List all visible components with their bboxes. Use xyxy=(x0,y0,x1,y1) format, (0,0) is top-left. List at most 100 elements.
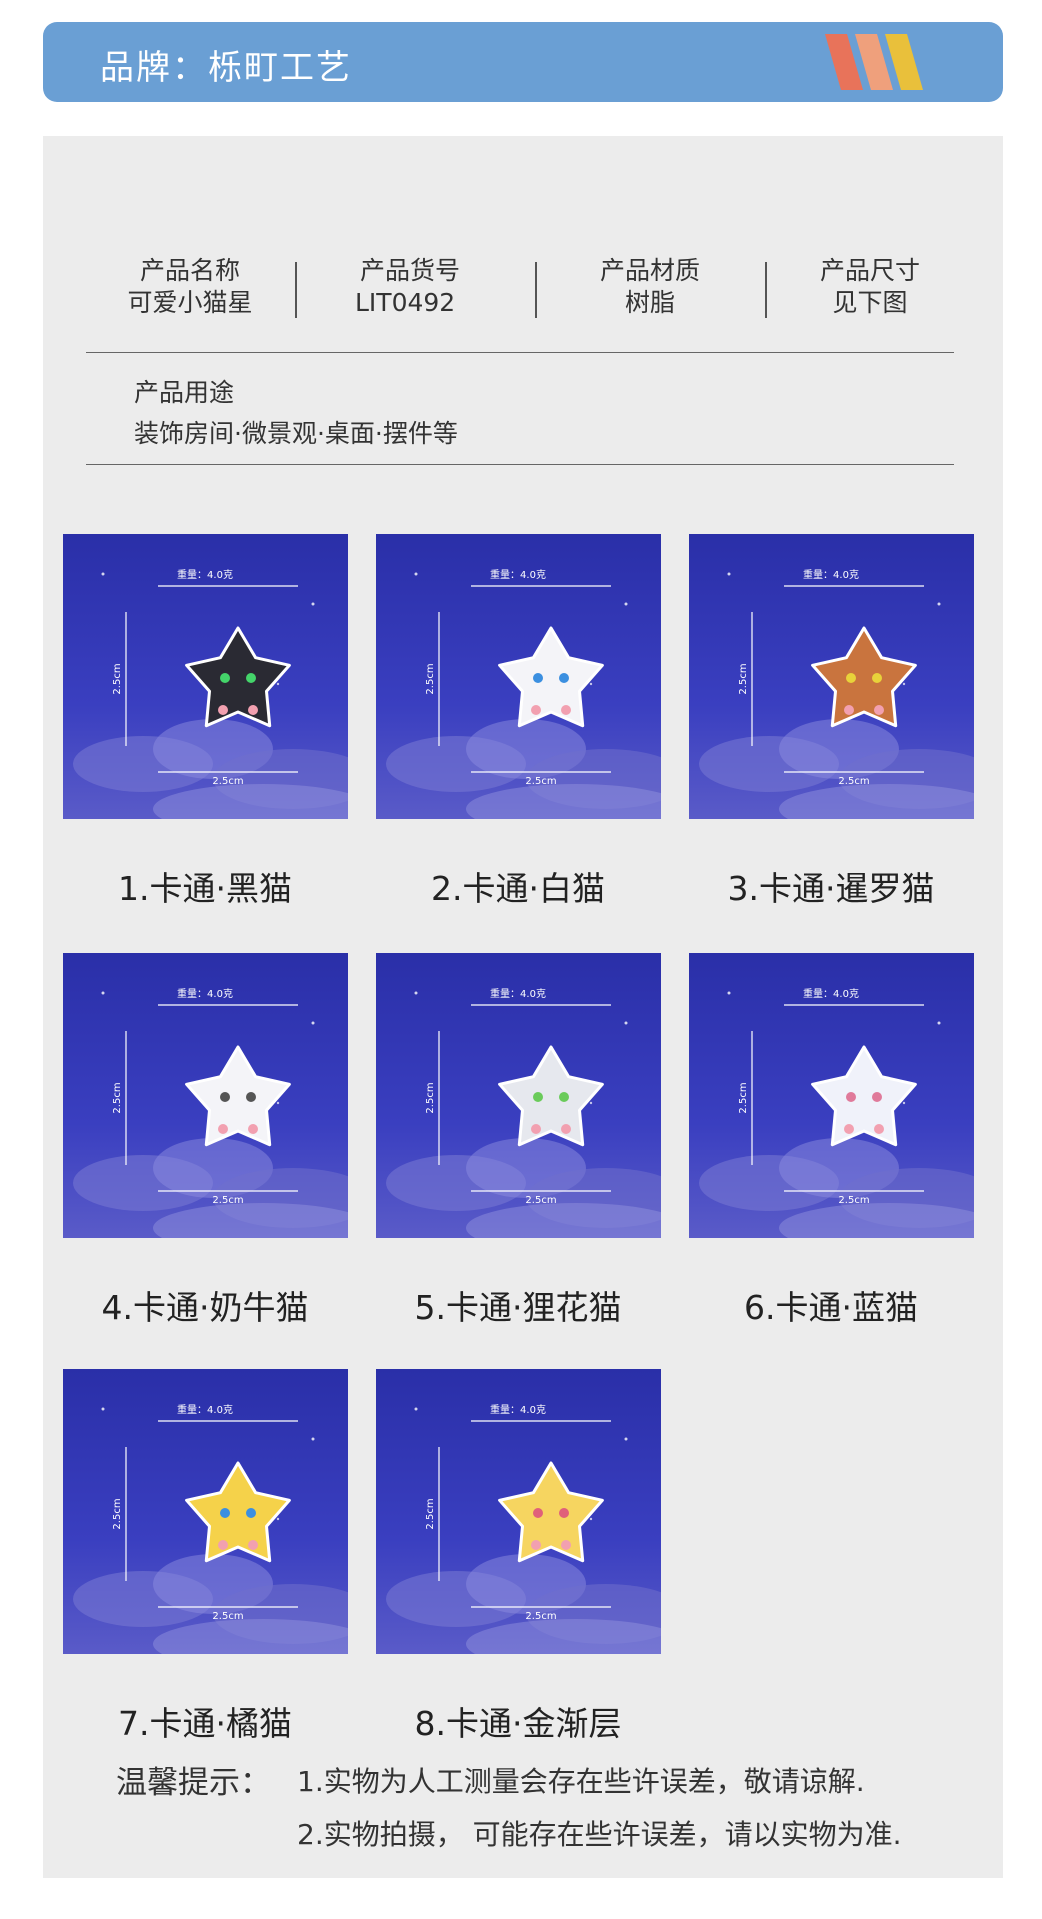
height-label: 2.5cm xyxy=(738,1082,749,1113)
cat-eye xyxy=(246,673,256,683)
cat-paw xyxy=(531,705,541,715)
product-card[interactable]: 重量：4.0克 2.5cm 2.5cm xyxy=(63,534,348,819)
cat-eye xyxy=(220,1092,230,1102)
usage-value: 装饰房间·微景观·桌面·摆件等 xyxy=(134,419,458,448)
width-label: 2.5cm xyxy=(212,1611,243,1622)
divider-line xyxy=(86,352,954,353)
width-label: 2.5cm xyxy=(212,776,243,787)
product-card[interactable]: 重量：4.0克 2.5cm 2.5cm xyxy=(376,1369,661,1654)
info-sku-label: 产品货号 xyxy=(359,256,460,285)
cat-paw xyxy=(248,705,258,715)
info-name-value: 可爱小猫星 xyxy=(127,288,253,317)
height-label: 2.5cm xyxy=(112,1498,123,1529)
width-label: 2.5cm xyxy=(838,1195,869,1206)
cat-paw xyxy=(531,1540,541,1550)
cat-paw xyxy=(531,1124,541,1134)
weight-label: 重量：4.0克 xyxy=(177,987,233,1000)
product-caption: 8.卡通·金渐层 xyxy=(414,1704,622,1743)
height-label: 2.5cm xyxy=(112,1082,123,1113)
product-image: 重量：4.0克 2.5cm 2.5cm xyxy=(376,953,661,1238)
width-label: 2.5cm xyxy=(525,776,556,787)
product-image: 重量：4.0克 2.5cm 2.5cm xyxy=(63,1369,348,1654)
info-material: 产品材质 树脂 xyxy=(570,255,730,319)
brand-title: 品牌：栎町工艺 xyxy=(100,48,352,88)
product-image: 重量：4.0克 2.5cm 2.5cm xyxy=(689,534,974,819)
weight-label: 重量：4.0克 xyxy=(803,987,859,1000)
product-card[interactable]: 重量：4.0克 2.5cm 2.5cm xyxy=(63,1369,348,1654)
info-size-value: 见下图 xyxy=(832,288,908,317)
cat-paw xyxy=(248,1124,258,1134)
brand-banner: 品牌：栎町工艺 xyxy=(43,22,1003,102)
width-label: 2.5cm xyxy=(838,776,869,787)
product-caption: 1.卡通·黑猫 xyxy=(118,869,292,908)
cat-paw xyxy=(561,1540,571,1550)
cat-paw xyxy=(218,1124,228,1134)
product-card[interactable]: 重量：4.0克 2.5cm 2.5cm xyxy=(689,953,974,1238)
width-label: 2.5cm xyxy=(525,1195,556,1206)
notes-label: 温馨提示： xyxy=(116,1765,271,1801)
height-label: 2.5cm xyxy=(112,663,123,694)
cat-paw xyxy=(561,1124,571,1134)
cat-eye xyxy=(220,673,230,683)
cat-paw xyxy=(561,705,571,715)
cat-paw xyxy=(874,1124,884,1134)
cat-eye xyxy=(846,1092,856,1102)
product-card[interactable]: 重量：4.0克 2.5cm 2.5cm xyxy=(689,534,974,819)
cat-eye xyxy=(533,1508,543,1518)
product-caption: 5.卡通·狸花猫 xyxy=(414,1288,622,1327)
stripes-logo xyxy=(825,34,923,90)
product-image: 重量：4.0克 2.5cm 2.5cm xyxy=(689,953,974,1238)
cat-paw xyxy=(248,1540,258,1550)
notes-line-2: 2.实物拍摄， 可能存在些许误差，请以实物为准. xyxy=(297,1818,902,1851)
width-label: 2.5cm xyxy=(212,1195,243,1206)
divider xyxy=(295,262,297,318)
info-material-value: 树脂 xyxy=(624,288,675,317)
cat-eye xyxy=(872,673,882,683)
info-material-label: 产品材质 xyxy=(599,256,700,285)
divider xyxy=(765,262,767,318)
cat-eye xyxy=(533,1092,543,1102)
cat-eye xyxy=(872,1092,882,1102)
cat-eye xyxy=(559,673,569,683)
info-sku: 产品货号 LIT0492 xyxy=(330,255,490,319)
info-name: 产品名称 可爱小猫星 xyxy=(110,255,270,319)
weight-label: 重量：4.0克 xyxy=(803,568,859,581)
cat-eye xyxy=(220,1508,230,1518)
product-caption: 6.卡通·蓝猫 xyxy=(744,1288,918,1327)
cat-eye xyxy=(246,1092,256,1102)
cat-paw xyxy=(844,705,854,715)
product-image: 重量：4.0克 2.5cm 2.5cm xyxy=(63,534,348,819)
info-size-label: 产品尺寸 xyxy=(819,256,920,285)
product-image: 重量：4.0克 2.5cm 2.5cm xyxy=(376,1369,661,1654)
width-label: 2.5cm xyxy=(525,1611,556,1622)
weight-label: 重量：4.0克 xyxy=(490,568,546,581)
info-sku-value: LIT0492 xyxy=(355,288,456,317)
product-card[interactable]: 重量：4.0克 2.5cm 2.5cm xyxy=(63,953,348,1238)
height-label: 2.5cm xyxy=(425,1082,436,1113)
product-card[interactable]: 重量：4.0克 2.5cm 2.5cm xyxy=(376,953,661,1238)
height-label: 2.5cm xyxy=(425,663,436,694)
cat-paw xyxy=(874,705,884,715)
info-name-label: 产品名称 xyxy=(139,256,240,285)
cat-eye xyxy=(559,1092,569,1102)
cat-paw xyxy=(218,1540,228,1550)
height-label: 2.5cm xyxy=(738,663,749,694)
product-caption: 3.卡通·暹罗猫 xyxy=(727,869,935,908)
cat-paw xyxy=(844,1124,854,1134)
cat-eye xyxy=(246,1508,256,1518)
usage-label: 产品用途 xyxy=(134,378,235,407)
product-image: 重量：4.0克 2.5cm 2.5cm xyxy=(63,953,348,1238)
cat-eye xyxy=(559,1508,569,1518)
product-card[interactable]: 重量：4.0克 2.5cm 2.5cm xyxy=(376,534,661,819)
cat-paw xyxy=(218,705,228,715)
divider-line xyxy=(86,464,954,465)
weight-label: 重量：4.0克 xyxy=(490,987,546,1000)
product-image: 重量：4.0克 2.5cm 2.5cm xyxy=(376,534,661,819)
divider xyxy=(535,262,537,318)
cat-eye xyxy=(533,673,543,683)
product-caption: 2.卡通·白猫 xyxy=(431,869,605,908)
height-label: 2.5cm xyxy=(425,1498,436,1529)
info-size: 产品尺寸 见下图 xyxy=(790,255,950,319)
weight-label: 重量：4.0克 xyxy=(177,568,233,581)
weight-label: 重量：4.0克 xyxy=(490,1403,546,1416)
